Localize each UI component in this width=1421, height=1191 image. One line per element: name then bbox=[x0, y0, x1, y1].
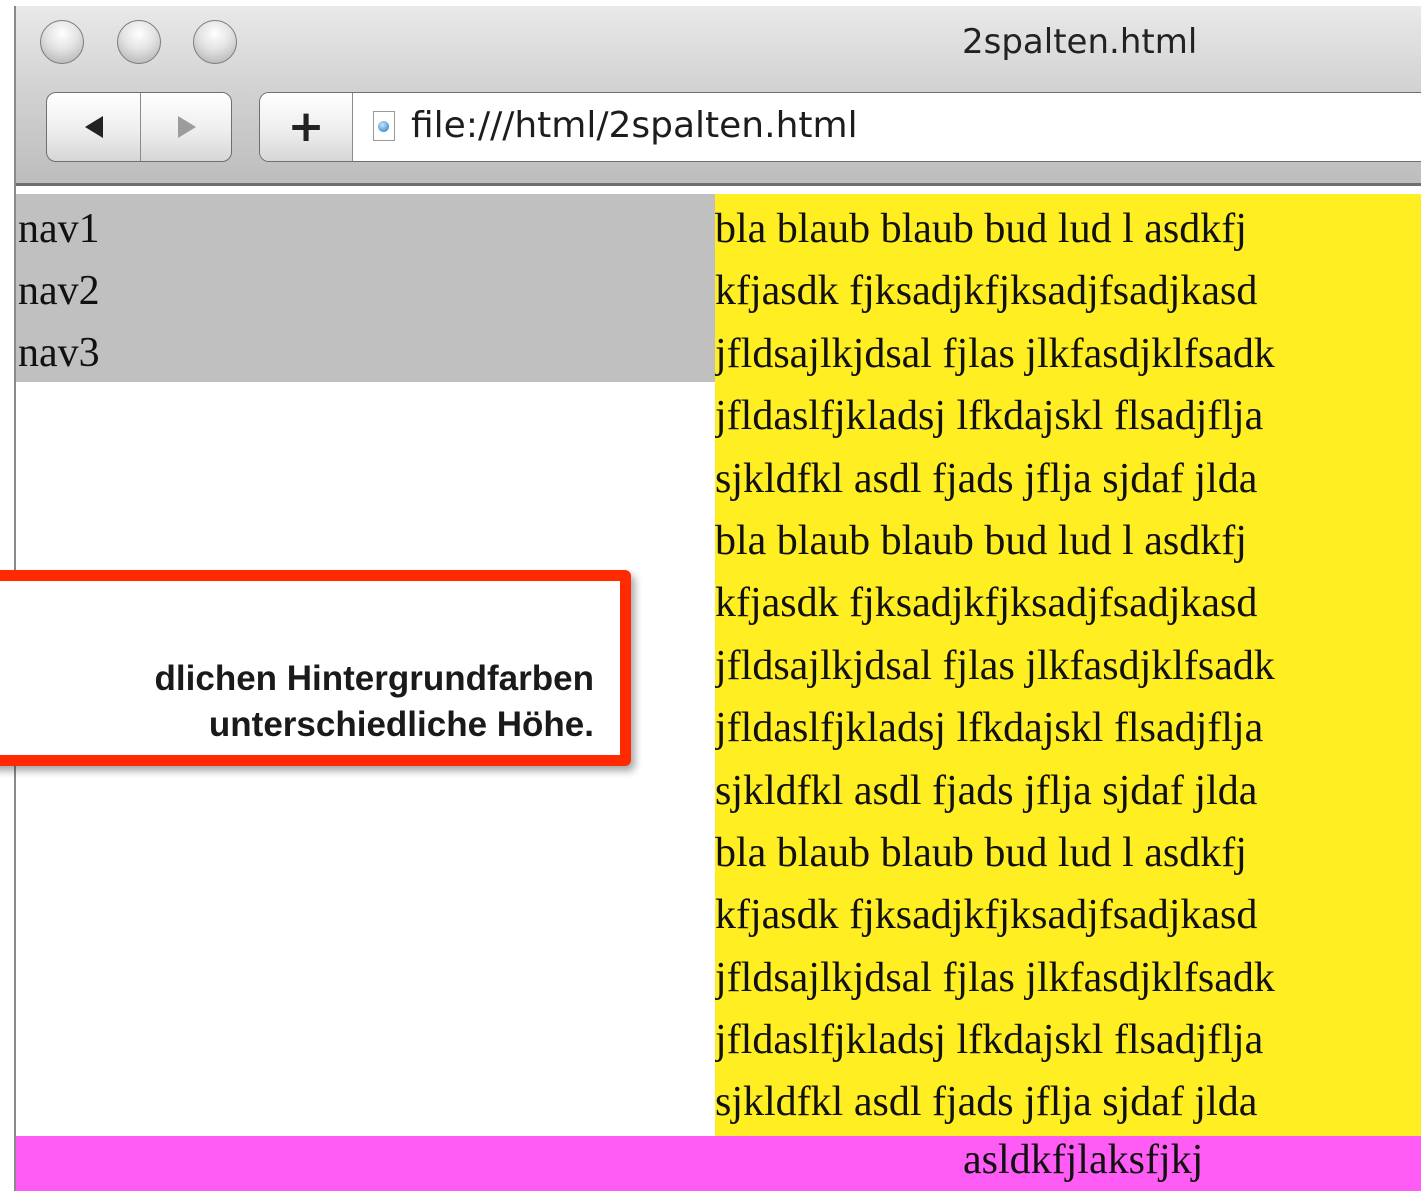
history-navigation bbox=[46, 92, 232, 162]
page-icon bbox=[373, 111, 395, 141]
main-text-line: sjkldfkl asdl fjads jflja sjdaf jlda bbox=[715, 455, 1258, 502]
main-text-line: kfjasdk fjksadjkfjksadjfsadjkasd bbox=[715, 268, 1258, 315]
zoom-window-button[interactable] bbox=[193, 20, 237, 64]
main-text-line: jfldaslfjkladsj lfkdajskl flsadjflja bbox=[715, 393, 1264, 440]
add-bookmark-button[interactable]: + bbox=[260, 93, 353, 161]
address-bar: + file:///html/2spalten.html bbox=[259, 92, 1421, 162]
close-window-button[interactable] bbox=[40, 20, 84, 64]
nav-link-2[interactable]: nav2 bbox=[16, 260, 715, 322]
page-footer: asldkfjlaksfjkj bbox=[16, 1136, 1421, 1191]
screenshot-stage: 2spalten.html + file:///html/2spalten.ht… bbox=[0, 0, 1421, 1191]
main-text-line: jfldaslfjkladsj lfkdajskl flsadjflja bbox=[715, 1017, 1264, 1064]
forward-button[interactable] bbox=[140, 93, 231, 161]
main-text-line: bla blaub blaub bud lud l asdkfj bbox=[715, 829, 1247, 876]
callout-line-2: unterschiedliche Höhe. bbox=[208, 705, 594, 744]
back-arrow-icon bbox=[84, 116, 103, 138]
main-text-line: kfjasdk fjksadjkfjksadjfsadjkasd bbox=[715, 580, 1258, 627]
footer-text: asldkfjlaksfjkj bbox=[963, 1137, 1204, 1183]
nav-column: nav1 nav2 nav3 bbox=[16, 194, 715, 382]
main-text-line: jfldsajlkjdsal fjlas jlkfasdjklfsadk bbox=[715, 642, 1275, 689]
url-input[interactable]: file:///html/2spalten.html bbox=[411, 105, 858, 146]
forward-arrow-icon bbox=[177, 116, 196, 138]
main-text-line: bla blaub blaub bud lud l asdkfj bbox=[715, 517, 1247, 564]
main-text-line: jfldsajlkjdsal fjlas jlkfasdjklfsadk bbox=[715, 330, 1275, 377]
minimize-window-button[interactable] bbox=[117, 20, 161, 64]
main-text-line: sjkldfkl asdl fjads jflja sjdaf jlda bbox=[715, 767, 1258, 814]
main-content-column: bla blaub blaub bud lud l asdkfj kfjasdk… bbox=[715, 194, 1421, 1136]
main-text-line: sjkldfkl asdl fjads jflja sjdaf jlda bbox=[715, 1079, 1258, 1126]
window-title: 2spalten.html bbox=[962, 22, 1198, 62]
main-text-line: kfjasdk fjksadjkfjksadjfsadjkasd bbox=[715, 892, 1258, 939]
nav-link-1[interactable]: nav1 bbox=[16, 198, 715, 260]
nav-link-3[interactable]: nav3 bbox=[16, 322, 715, 384]
annotation-callout: dlichen Hintergrundfarben unterschiedlic… bbox=[0, 570, 631, 766]
back-button[interactable] bbox=[47, 93, 141, 161]
browser-toolbar: 2spalten.html + file:///html/2spalten.ht… bbox=[16, 6, 1421, 186]
main-text-line: jfldaslfjkladsj lfkdajskl flsadjflja bbox=[715, 705, 1264, 752]
main-text-line: bla blaub blaub bud lud l asdkfj bbox=[715, 206, 1247, 252]
main-text-line: jfldsajlkjdsal fjlas jlkfasdjklfsadk bbox=[715, 954, 1275, 1001]
callout-line-1: dlichen Hintergrundfarben bbox=[154, 659, 594, 698]
